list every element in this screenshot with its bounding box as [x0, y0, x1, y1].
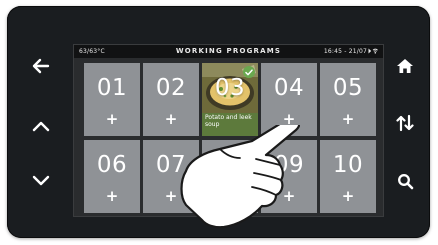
- program-number: 10: [332, 152, 364, 178]
- selected-check-icon: [243, 66, 255, 78]
- chevron-up-icon: [32, 121, 50, 132]
- program-number: 02: [155, 75, 187, 101]
- status-bar: 63/63°C WORKING PROGRAMS 16:45 - 21/07: [74, 45, 383, 58]
- search-icon: [397, 173, 413, 189]
- chevron-down-icon: [32, 175, 50, 186]
- clock-readout: 16:45 - 21/07: [323, 48, 367, 55]
- add-icon: +: [105, 110, 119, 128]
- swap-arrows-icon: [396, 114, 414, 132]
- add-icon: +: [105, 187, 119, 205]
- add-icon: +: [341, 187, 355, 205]
- program-number: 05: [332, 75, 364, 101]
- back-button[interactable]: [24, 49, 58, 83]
- program-tile-10[interactable]: 10 +: [320, 140, 376, 213]
- scroll-up-button[interactable]: [24, 109, 58, 143]
- program-number: 06: [96, 152, 128, 178]
- play-wifi-icon: [368, 48, 378, 54]
- home-icon: [397, 59, 413, 73]
- back-arrow-icon: [32, 58, 50, 74]
- status-icons: [368, 47, 378, 57]
- program-number: 03: [214, 75, 246, 101]
- tapping-hand-icon: [180, 125, 300, 229]
- search-button[interactable]: [388, 164, 422, 198]
- program-tile-05[interactable]: 05 +: [320, 63, 376, 136]
- sort-button[interactable]: [388, 106, 422, 140]
- program-number: 04: [273, 75, 305, 101]
- program-tile-06[interactable]: 06 +: [84, 140, 140, 213]
- home-button[interactable]: [388, 49, 422, 83]
- program-tile-01[interactable]: 01 +: [84, 63, 140, 136]
- add-icon: +: [341, 110, 355, 128]
- program-number: 01: [96, 75, 128, 101]
- scroll-down-button[interactable]: [24, 164, 58, 198]
